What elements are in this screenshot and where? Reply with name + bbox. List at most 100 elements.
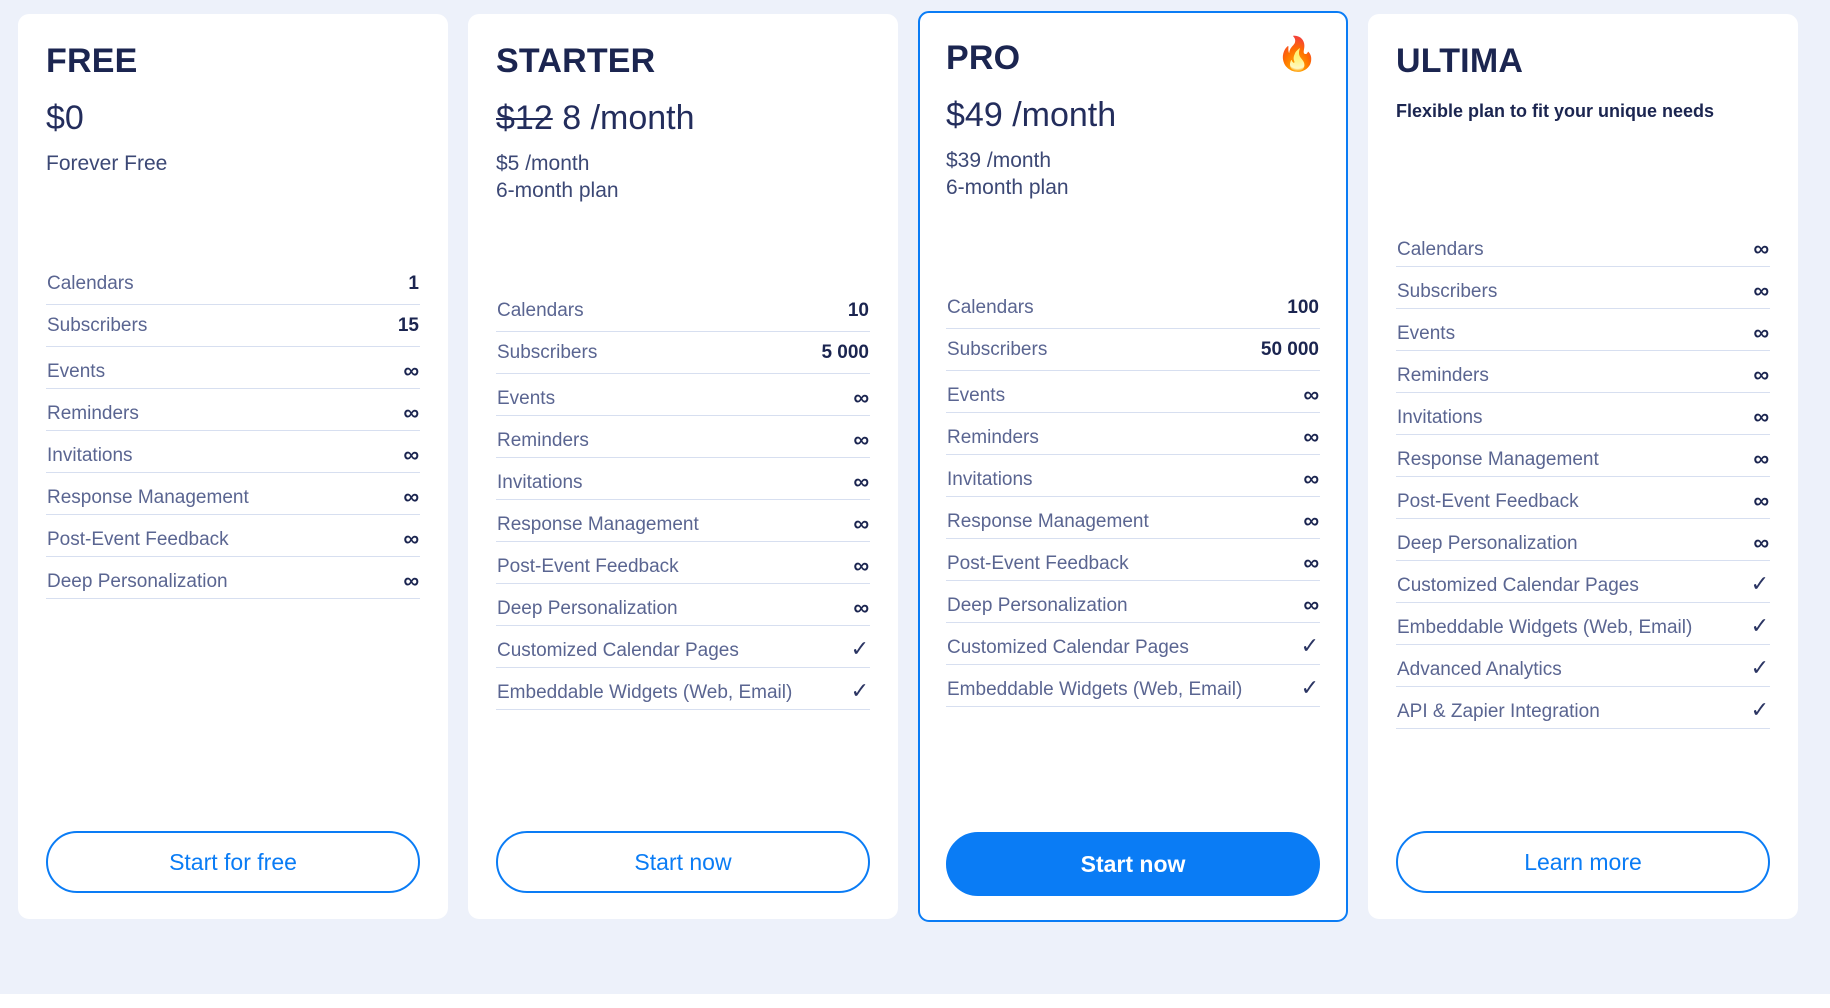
infinity-icon: ∞ <box>1303 424 1319 450</box>
price-amount: $0 <box>46 98 84 137</box>
feature-label: Deep Personalization <box>47 571 228 593</box>
feature-label: Events <box>497 388 556 410</box>
infinity-icon: ∞ <box>1303 382 1319 408</box>
feature-label: Customized Calendar Pages <box>497 640 739 662</box>
infinity-icon: ∞ <box>853 595 869 621</box>
feature-value: 15 <box>397 315 419 337</box>
feature-row: API & Zapier Integration ✓ <box>1396 687 1770 730</box>
feature-row: Subscribers 5 000 <box>496 332 870 375</box>
feature-value: 100 <box>1287 297 1319 319</box>
header-spacer <box>46 177 420 263</box>
infinity-icon: ∞ <box>1753 530 1769 556</box>
check-icon: ✓ <box>1750 655 1769 681</box>
infinity-icon: ∞ <box>1753 236 1769 262</box>
feature-row: Subscribers 50 000 <box>946 329 1320 372</box>
feature-value: 10 <box>847 300 869 322</box>
infinity-icon: ∞ <box>1753 404 1769 430</box>
feature-row: Embeddable Widgets (Web, Email) ✓ <box>1396 603 1770 646</box>
feature-label: Reminders <box>47 403 139 425</box>
feature-label: Reminders <box>497 430 589 452</box>
infinity-icon: ∞ <box>1753 320 1769 346</box>
feature-label: Calendars <box>47 273 134 295</box>
feature-row: Customized Calendar Pages ✓ <box>946 623 1320 666</box>
card-header-free: FREE $0 Forever Free <box>46 42 420 177</box>
feature-label: Subscribers <box>947 339 1048 361</box>
feature-label: Subscribers <box>1397 281 1498 303</box>
feature-row: Deep Personalization ∞ <box>496 584 870 627</box>
cta-button-starter[interactable]: Start now <box>496 831 870 893</box>
feature-label: Subscribers <box>47 315 148 337</box>
feature-value: 50 000 <box>1260 339 1319 361</box>
feature-label: Response Management <box>1397 449 1599 471</box>
check-icon: ✓ <box>850 636 869 662</box>
cta-container: Start now <box>946 802 1320 896</box>
plan-name: FREE <box>46 42 138 80</box>
feature-row: Customized Calendar Pages ✓ <box>496 626 870 669</box>
feature-label: Calendars <box>947 297 1034 319</box>
feature-list: Calendars 1 Subscribers 15 Events ∞ Reminders ∞… <box>46 263 420 600</box>
feature-row: Invitations ∞ <box>496 458 870 501</box>
check-icon: ✓ <box>850 678 869 704</box>
price-subtext: $39 /month 6-month plan <box>946 148 1069 200</box>
feature-row: Response Management ∞ <box>496 500 870 543</box>
feature-label: API & Zapier Integration <box>1397 701 1600 723</box>
page-bottom-strip <box>0 994 1830 1008</box>
cta-button-free[interactable]: Start for free <box>46 831 420 893</box>
feature-row: Deep Personalization ∞ <box>1396 519 1770 562</box>
infinity-icon: ∞ <box>1303 508 1319 534</box>
infinity-icon: ∞ <box>1753 488 1769 514</box>
pricing-card-ultima: ULTIMA Flexible plan to fit your unique n… <box>1368 14 1798 919</box>
feature-label: Invitations <box>47 445 133 467</box>
feature-list: Calendars 100 Subscribers 50 000 Events ∞ Remi… <box>946 287 1320 708</box>
price-amount: 8 <box>562 98 582 137</box>
feature-row: Reminders ∞ <box>46 389 420 432</box>
pricing-card-list: FREE $0 Forever Free Calendars 1 Subscribers 1… <box>0 0 1830 922</box>
feature-label: Embeddable Widgets (Web, Email) <box>497 682 793 704</box>
price-row: $12 8 /month <box>496 99 870 137</box>
card-header-pro: PRO 🔥 $49 /month $39 /month 6-month plan <box>946 37 1320 201</box>
feature-row: Reminders ∞ <box>1396 351 1770 394</box>
feature-label: Deep Personalization <box>947 595 1128 617</box>
pricing-card-pro: PRO 🔥 $49 /month $39 /month 6-month plan Cal… <box>918 11 1348 922</box>
feature-label: Calendars <box>1397 239 1484 261</box>
feature-row: Subscribers 15 <box>46 305 420 348</box>
feature-row: Events ∞ <box>46 347 420 390</box>
plan-name: STARTER <box>496 42 656 80</box>
feature-label: Invitations <box>1397 407 1483 429</box>
infinity-icon: ∞ <box>1753 362 1769 388</box>
feature-row: Response Management ∞ <box>946 497 1320 540</box>
pricing-page: FREE $0 Forever Free Calendars 1 Subscribers 1… <box>0 0 1830 1008</box>
infinity-icon: ∞ <box>1303 466 1319 492</box>
cta-container: Learn more <box>1396 801 1770 893</box>
feature-row: Events ∞ <box>946 371 1320 414</box>
check-icon: ✓ <box>1300 633 1319 659</box>
feature-value: 5 000 <box>821 342 869 364</box>
feature-row: Calendars ∞ <box>1396 225 1770 268</box>
feature-label: Embeddable Widgets (Web, Email) <box>1397 617 1693 639</box>
infinity-icon: ∞ <box>853 553 869 579</box>
feature-row: Calendars 10 <box>496 290 870 333</box>
feature-value: 1 <box>408 273 419 295</box>
feature-row: Response Management ∞ <box>1396 435 1770 478</box>
cta-button-pro[interactable]: Start now <box>946 832 1320 896</box>
feature-label: Response Management <box>947 511 1149 533</box>
feature-row: Post-Event Feedback ∞ <box>946 539 1320 582</box>
infinity-icon: ∞ <box>403 358 419 384</box>
feature-label: Reminders <box>947 427 1039 449</box>
header-spacer <box>496 204 870 290</box>
cta-button-ultima[interactable]: Learn more <box>1396 831 1770 893</box>
header-spacer <box>1396 123 1770 225</box>
feature-row: Reminders ∞ <box>946 413 1320 456</box>
price-row: $0 <box>46 99 420 137</box>
feature-label: Advanced Analytics <box>1397 659 1562 681</box>
infinity-icon: ∞ <box>853 427 869 453</box>
feature-row: Deep Personalization ∞ <box>946 581 1320 624</box>
feature-list: Calendars ∞ Subscribers ∞ Events ∞ Reminders ∞ I… <box>1396 225 1770 730</box>
feature-row: Events ∞ <box>496 374 870 417</box>
feature-row: Invitations ∞ <box>46 431 420 474</box>
feature-row: Embeddable Widgets (Web, Email) ✓ <box>496 668 870 711</box>
price-row: $49 /month <box>946 96 1320 134</box>
feature-label: Invitations <box>497 472 583 494</box>
feature-row: Calendars 100 <box>946 287 1320 330</box>
feature-row: Reminders ∞ <box>496 416 870 459</box>
